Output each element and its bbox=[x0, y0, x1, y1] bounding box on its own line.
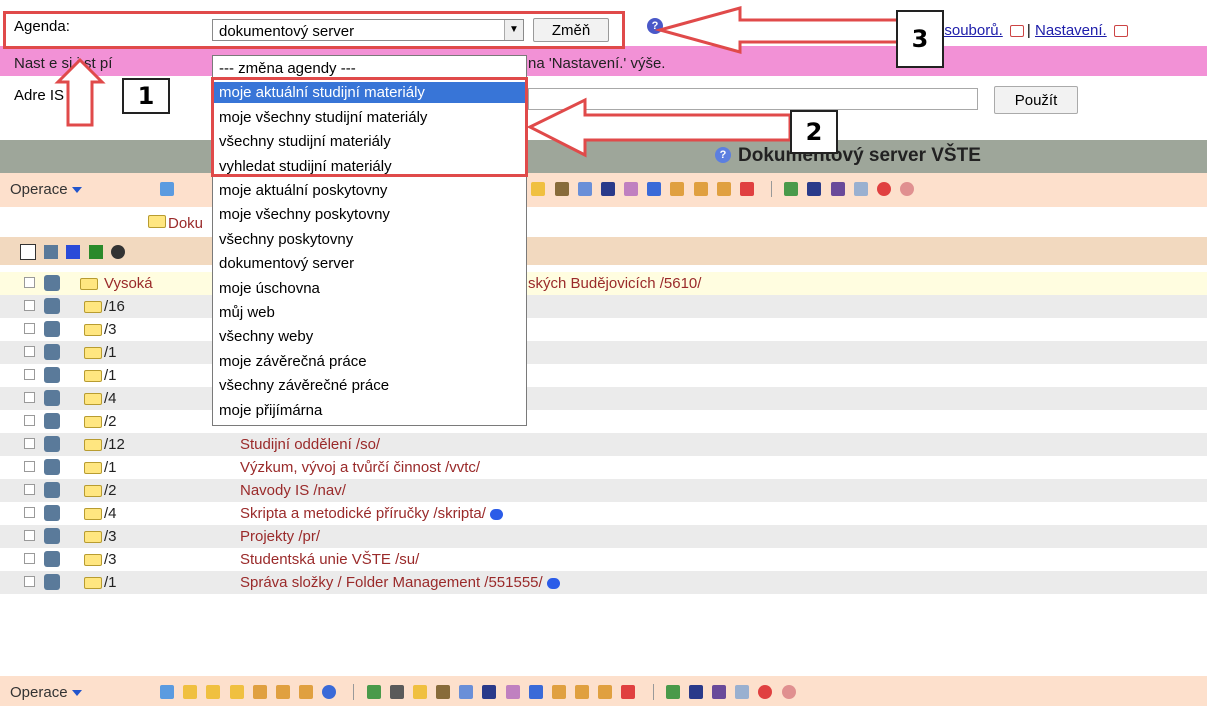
annotation-label-3: 3 bbox=[896, 10, 944, 68]
annotation-label-2: 2 bbox=[790, 110, 838, 154]
annotation-arrow-1 bbox=[54, 57, 106, 127]
annotation-arrow-2 bbox=[526, 97, 792, 158]
annotation-arrow-3 bbox=[654, 6, 900, 54]
annotation-label-1: 1 bbox=[122, 78, 170, 114]
annotation-arrows bbox=[54, 6, 900, 158]
